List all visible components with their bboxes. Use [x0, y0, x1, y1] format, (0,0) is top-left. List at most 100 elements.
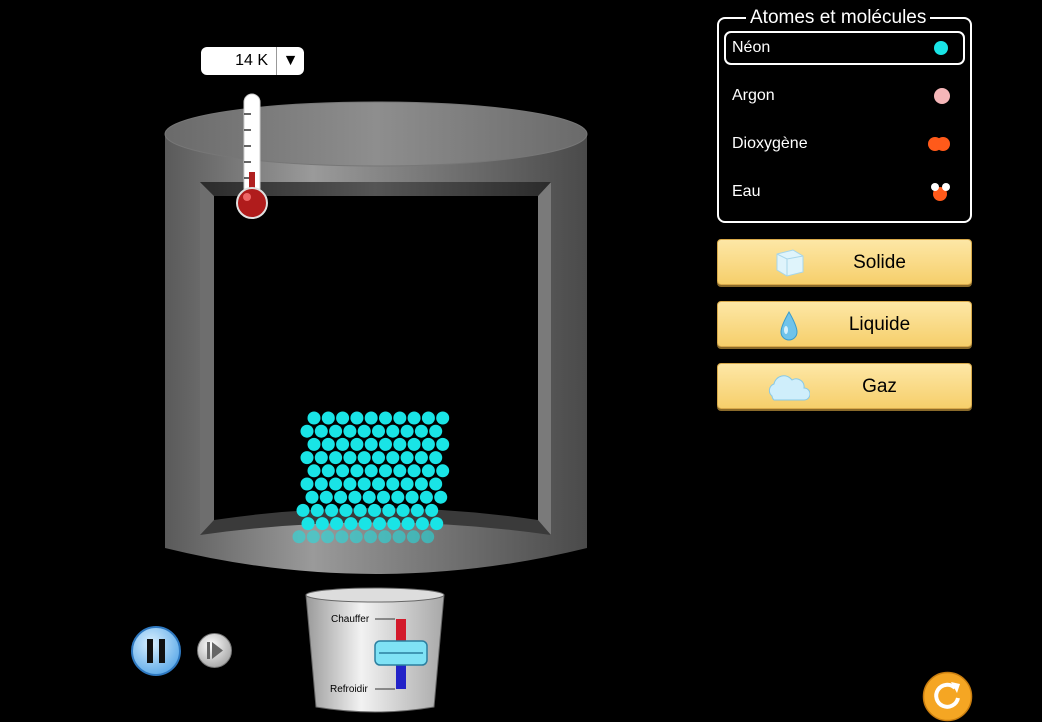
- particle: [358, 517, 372, 531]
- particle: [421, 437, 435, 451]
- particle: [336, 411, 350, 425]
- molecule-label: Eau: [732, 183, 761, 200]
- particle: [334, 490, 348, 504]
- particle: [393, 411, 407, 425]
- particle: [314, 451, 328, 465]
- temperature-readout[interactable]: 14 K ▼: [201, 47, 304, 75]
- particle: [400, 424, 414, 438]
- particle: [436, 464, 450, 478]
- particle: [405, 490, 419, 504]
- molecule-option-water[interactable]: Eau: [724, 175, 965, 209]
- solid-button[interactable]: Solide: [717, 239, 972, 285]
- step-forward-button[interactable]: [196, 632, 233, 669]
- neon-atom-icon: [934, 41, 948, 55]
- heat-cool-slider[interactable]: [374, 640, 428, 666]
- particle: [329, 451, 343, 465]
- particle: [321, 411, 335, 425]
- particle: [350, 437, 364, 451]
- particle: [386, 424, 400, 438]
- solid-button-label: Solide: [853, 252, 906, 273]
- particle: [362, 490, 376, 504]
- particle: [329, 477, 343, 491]
- particle: [364, 411, 378, 425]
- thermometer-icon: [236, 93, 268, 219]
- particle: [330, 517, 344, 531]
- particle: [307, 437, 321, 451]
- particle: [391, 490, 405, 504]
- particle: [307, 411, 321, 425]
- particle: [336, 437, 350, 451]
- particle: [336, 464, 350, 478]
- particle: [407, 411, 421, 425]
- particle: [393, 464, 407, 478]
- particle: [393, 437, 407, 451]
- particle: [310, 503, 324, 517]
- particle: [396, 503, 410, 517]
- particle: [357, 451, 371, 465]
- particle: [325, 503, 339, 517]
- particle: [387, 517, 401, 531]
- gas-button[interactable]: Gaz: [717, 363, 972, 409]
- particle: [400, 451, 414, 465]
- liquid-button[interactable]: Liquide: [717, 301, 972, 347]
- particle: [296, 503, 310, 517]
- pause-button[interactable]: [130, 625, 182, 677]
- particle: [434, 490, 448, 504]
- particle: [368, 503, 381, 517]
- particle: [357, 477, 371, 491]
- particle: [378, 530, 392, 544]
- particle: [321, 437, 335, 451]
- particle: [392, 530, 406, 544]
- particle-container: [164, 101, 588, 574]
- particle: [400, 477, 414, 491]
- particle: [429, 424, 443, 438]
- molecule-option-neon[interactable]: Néon: [724, 31, 965, 65]
- molecule-label: Néon: [732, 39, 771, 56]
- particle: [300, 451, 314, 465]
- particle: [407, 437, 421, 451]
- particle: [429, 451, 443, 465]
- particle: [306, 530, 320, 544]
- molecule-label: Dioxygène: [732, 135, 808, 152]
- molecule-label: Argon: [732, 87, 775, 104]
- particle: [429, 477, 443, 491]
- particle: [372, 477, 385, 491]
- particle: [421, 530, 435, 544]
- particle: [343, 477, 357, 491]
- particle: [314, 424, 328, 438]
- particle: [364, 464, 378, 478]
- liquid-button-label: Liquide: [848, 314, 911, 335]
- particle: [305, 490, 319, 504]
- particle: [410, 503, 424, 517]
- particle: [350, 411, 364, 425]
- unit-dropdown-arrow-icon[interactable]: ▼: [277, 52, 304, 70]
- particle: [415, 517, 429, 531]
- heater-cooler-bucket: [305, 587, 445, 713]
- reset-all-button[interactable]: [922, 671, 973, 722]
- cool-label: Refroidir: [330, 684, 368, 695]
- particle: [301, 517, 315, 531]
- molecule-option-oxygen[interactable]: Dioxygène: [724, 127, 965, 161]
- particle: [307, 464, 321, 478]
- particle: [314, 477, 328, 491]
- particle: [386, 477, 400, 491]
- molecule-option-argon[interactable]: Argon: [724, 79, 965, 113]
- particle: [364, 437, 378, 451]
- temperature-value: 14 K: [235, 52, 268, 69]
- particle: [379, 437, 392, 451]
- particle: [406, 530, 420, 544]
- particle: [382, 503, 396, 517]
- particle: [319, 490, 333, 504]
- particle: [344, 517, 358, 531]
- particle: [364, 530, 377, 544]
- particle: [329, 424, 343, 438]
- particle: [335, 530, 349, 544]
- particle: [300, 424, 314, 438]
- particle: [407, 464, 421, 478]
- particle: [436, 437, 450, 451]
- particle: [373, 517, 386, 531]
- particle: [349, 530, 363, 544]
- particle: [300, 477, 314, 491]
- particle: [436, 411, 450, 425]
- particle: [430, 517, 444, 531]
